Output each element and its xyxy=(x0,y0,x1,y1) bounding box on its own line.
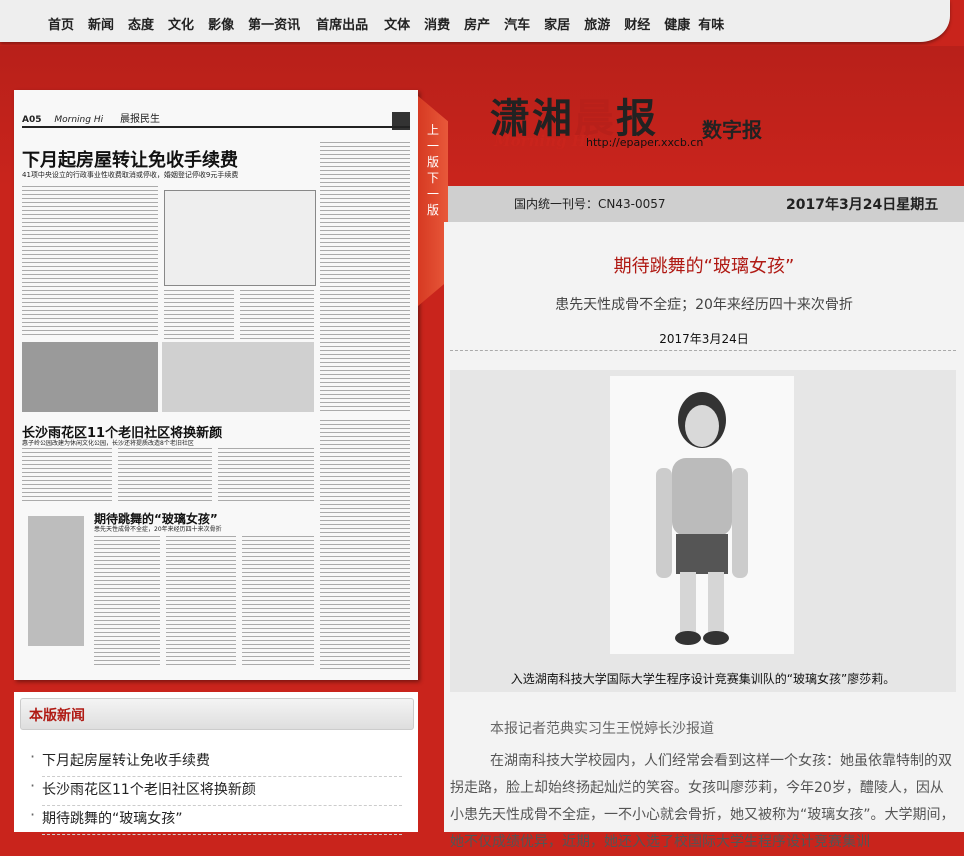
section-news-panel: 本版新闻 下月起房屋转让免收手续费 长沙雨花区11个老旧社区将换新颜 期待跳舞的… xyxy=(14,692,418,835)
next-page-button[interactable]: 下一版 xyxy=(424,170,442,218)
text-block xyxy=(22,186,158,336)
photo-caption: 入选湖南科技大学国际大学生程序设计竞赛集训队的“玻璃女孩”廖莎莉。 xyxy=(510,672,896,686)
article-body: 在湖南科技大学校园内，人们经常会看到这样一个女孩：她虽依靠特制的双拐走路，脸上却… xyxy=(450,753,955,850)
nav-item-auto[interactable]: 汽车 xyxy=(504,14,530,33)
article-content: 期待跳舞的“玻璃女孩” 患先天性成骨不全症；20年来经历四十来次骨折 2017年… xyxy=(444,222,964,850)
article-date: 2017年3月24日 xyxy=(659,332,749,346)
masthead-url: http://epaper.xxcb.cn xyxy=(586,136,704,149)
article-photo xyxy=(610,376,794,654)
page-section: 晨报民生 xyxy=(119,114,160,125)
text-block xyxy=(22,448,112,504)
top-nav-background: 首页 新闻 态度 文化 影像 第一资讯 首席出品 文体 消费 房产 汽车 家居 … xyxy=(0,0,950,42)
nav-item-home[interactable]: 首页 xyxy=(48,14,74,33)
page-photo-mural xyxy=(162,342,314,412)
info-bar: 国内统一刊号：CN43-0057 2017年3月24日星期五 xyxy=(444,186,964,222)
page-photo-girl xyxy=(28,516,84,646)
masthead-logo: 潇湘晨报 Morning Hi http://epaper.xxcb.cn 数字… xyxy=(490,86,790,156)
text-block xyxy=(94,536,160,666)
publication-date: 2017年3月24日星期五 xyxy=(786,197,939,213)
issn-label: 国内统一刊号：CN43-0057 xyxy=(514,197,666,211)
text-block xyxy=(320,420,410,670)
news-link-3[interactable]: 期待跳舞的“玻璃女孩” xyxy=(30,805,402,835)
section-news-header: 本版新闻 xyxy=(20,698,414,730)
nav-item-chief-production[interactable]: 首席出品 xyxy=(316,14,368,33)
nav-item-travel[interactable]: 旅游 xyxy=(584,14,610,33)
masthead-english: Morning Hi xyxy=(494,132,592,150)
page-headline-1[interactable]: 下月起房屋转让免收手续费 xyxy=(22,146,238,172)
nav-item-first-news[interactable]: 第一资讯 xyxy=(248,14,300,33)
text-block xyxy=(218,448,314,504)
page-header: A05 Morning Hi 晨报民生 xyxy=(22,110,160,125)
article-subtitle: 患先天性成骨不全症；20年来经历四十来次骨折 xyxy=(555,297,853,313)
news-link-1[interactable]: 下月起房屋转让免收手续费 xyxy=(30,747,402,777)
nav-item-consumption[interactable]: 消费 xyxy=(424,14,450,33)
nav-item-image[interactable]: 影像 xyxy=(208,14,234,33)
text-block xyxy=(240,290,314,340)
article-photo-box: 入选湖南科技大学国际大学生程序设计竞赛集训队的“玻璃女孩”廖莎莉。 xyxy=(450,370,956,692)
page-subhead-3: 患先天性成骨不全症，20年来经历四十来次骨折 xyxy=(94,526,222,533)
article-byline: 本报记者范典实习生王悦婷长沙报道 xyxy=(490,721,714,737)
page-brand: Morning Hi xyxy=(54,115,104,125)
girl-photo-illustration xyxy=(656,392,748,645)
news-link-2[interactable]: 长沙雨花区11个老旧社区将换新颜 xyxy=(30,776,402,806)
nav-item-attitude[interactable]: 态度 xyxy=(128,14,154,33)
text-block xyxy=(242,536,314,666)
text-block xyxy=(320,142,410,412)
nav-item-sports-culture[interactable]: 文体 xyxy=(384,14,410,33)
page-number: A05 xyxy=(22,115,42,125)
nav-item-tasty[interactable]: 有味 xyxy=(698,14,724,33)
text-block xyxy=(118,448,212,504)
nav-item-news[interactable]: 新闻 xyxy=(88,14,114,33)
nav-item-real-estate[interactable]: 房产 xyxy=(464,14,490,33)
prev-page-button[interactable]: 上一版 xyxy=(424,122,442,170)
nav-item-finance[interactable]: 财经 xyxy=(624,14,650,33)
newspaper-page-image[interactable]: A05 Morning Hi 晨报民生 下月起房屋转让免收手续费 41项中央设立… xyxy=(14,90,418,680)
page-subhead-1: 41项中央设立的行政事业性收费取消或停收，婚姻登记停收9元手续费 xyxy=(22,171,239,179)
page-rule xyxy=(22,126,410,128)
page-infographic xyxy=(164,190,316,286)
top-nav-list: 首页 新闻 态度 文化 影像 第一资讯 首席出品 文体 消费 房产 汽车 家居 … xyxy=(48,14,724,33)
article-divider xyxy=(450,350,956,351)
nav-item-health[interactable]: 健康 xyxy=(664,14,690,33)
page-subhead-2: 惠子岭公园改建为休闲文化公园，长沙还将提质改造8个老旧社区 xyxy=(22,440,194,447)
section-news-title: 本版新闻 xyxy=(29,708,85,724)
top-nav-bar: 首页 新闻 态度 文化 影像 第一资讯 首席出品 文体 消费 房产 汽车 家居 … xyxy=(0,0,964,46)
article-title: 期待跳舞的“玻璃女孩” xyxy=(613,256,795,277)
text-block xyxy=(166,536,236,666)
text-block xyxy=(164,290,234,340)
page-photo-wall xyxy=(22,342,158,412)
nav-item-culture[interactable]: 文化 xyxy=(168,14,194,33)
nav-item-home-living[interactable]: 家居 xyxy=(544,14,570,33)
masthead-digital-label: 数字报 xyxy=(702,118,762,142)
masthead-title-part3: 报 xyxy=(616,95,658,142)
